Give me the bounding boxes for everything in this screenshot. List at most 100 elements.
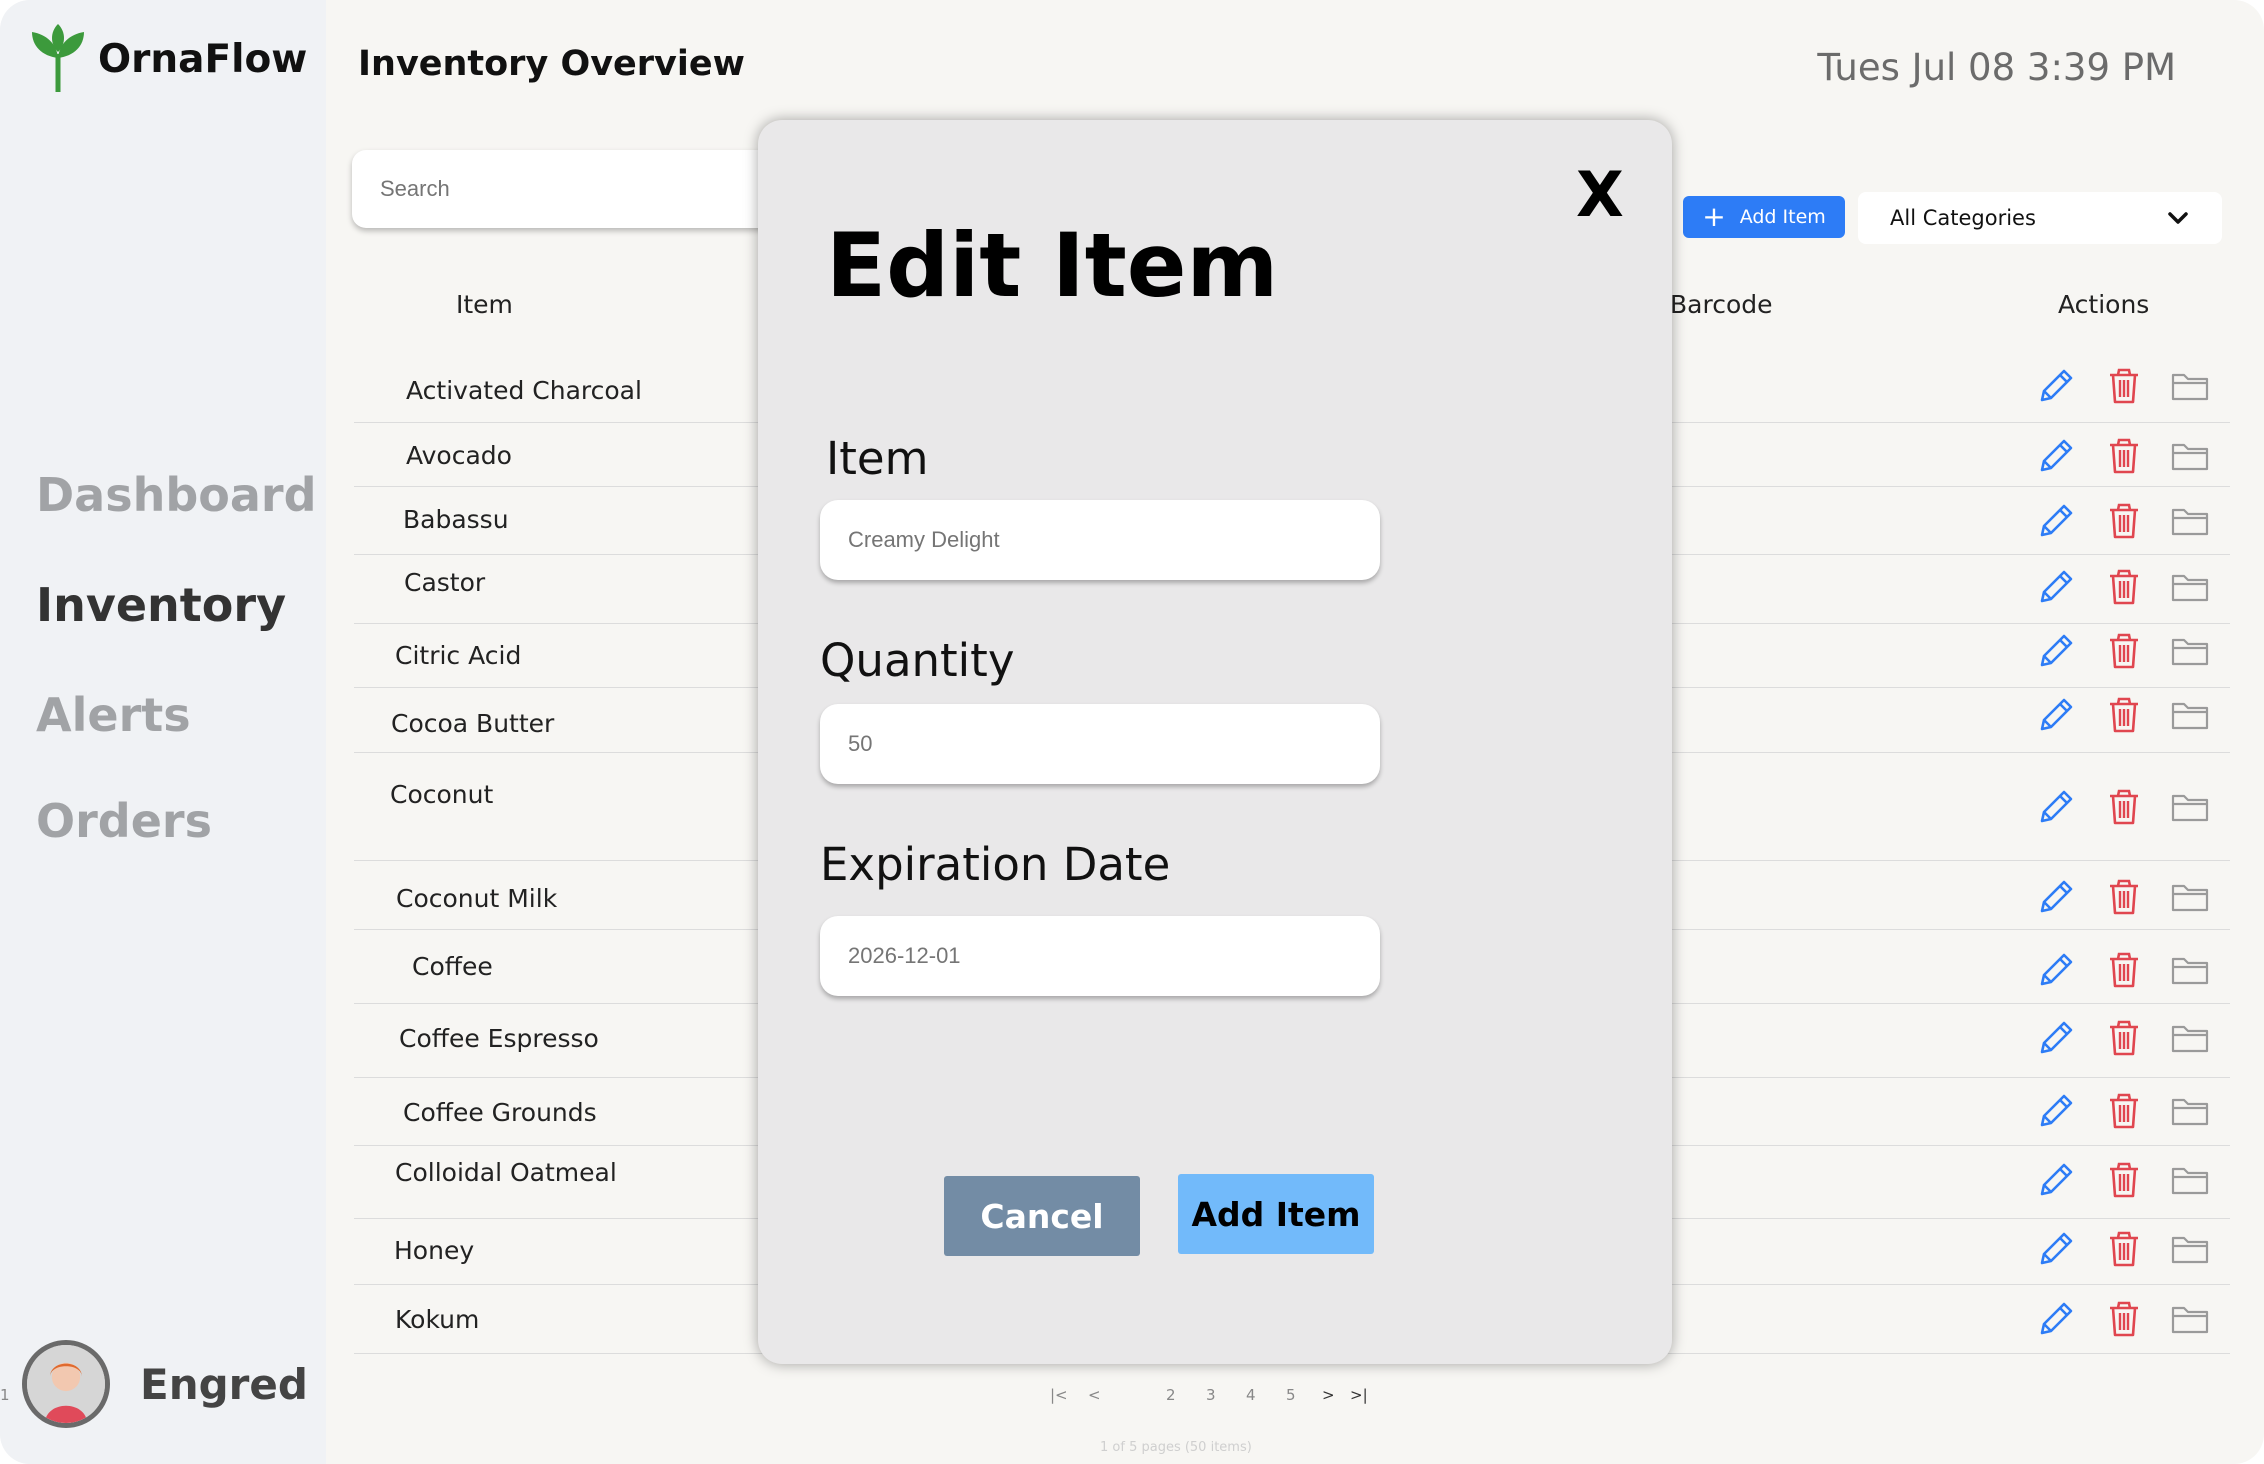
modal-title: Edit Item [826, 214, 1279, 317]
table-row-item-name: Citric Acid [395, 641, 522, 670]
pencil-icon[interactable] [2034, 434, 2078, 478]
folder-icon[interactable] [2168, 499, 2212, 543]
trash-icon[interactable] [2102, 1089, 2146, 1133]
first-page-icon[interactable]: |< [1050, 1386, 1068, 1404]
sidebar: OrnaFlow Dashboard Inventory Alerts Orde… [0, 0, 326, 1464]
pencil-icon[interactable] [2034, 1297, 2078, 1341]
table-row-item-name: Cocoa Butter [391, 709, 555, 738]
pencil-icon[interactable] [2034, 1227, 2078, 1271]
expiration-date-field-label: Expiration Date [820, 838, 1171, 891]
folder-icon[interactable] [2168, 693, 2212, 737]
trash-icon[interactable] [2102, 434, 2146, 478]
prev-page-icon[interactable]: < [1088, 1386, 1101, 1404]
pencil-icon[interactable] [2034, 1158, 2078, 1202]
table-row-item-name: Activated Charcoal [406, 376, 642, 405]
folder-icon[interactable] [2168, 364, 2212, 408]
pencil-icon[interactable] [2034, 1089, 2078, 1133]
brand-name: OrnaFlow [98, 36, 308, 82]
brand-logo[interactable]: OrnaFlow [30, 24, 307, 94]
table-row-item-name: Kokum [395, 1305, 480, 1334]
add-item-submit-button[interactable]: Add Item [1178, 1174, 1374, 1254]
table-row-item-name: Coffee Grounds [403, 1098, 597, 1127]
sidebar-item-alerts[interactable]: Alerts [36, 688, 191, 742]
folder-icon[interactable] [2168, 948, 2212, 992]
table-row-item-name: Castor [404, 568, 486, 597]
trash-icon[interactable] [2102, 948, 2146, 992]
folder-icon[interactable] [2168, 434, 2212, 478]
table-row-item-name: Babassu [403, 505, 509, 534]
folder-icon[interactable] [2168, 1297, 2212, 1341]
page-number[interactable]: 5 [1286, 1386, 1296, 1404]
trash-icon[interactable] [2102, 364, 2146, 408]
trash-icon[interactable] [2102, 1016, 2146, 1060]
folder-icon[interactable] [2168, 1158, 2212, 1202]
page-number-current[interactable]: 1 [0, 1386, 10, 1404]
trash-icon[interactable] [2102, 499, 2146, 543]
item-field[interactable] [820, 500, 1380, 580]
pencil-icon[interactable] [2034, 364, 2078, 408]
user-name: Engred [140, 1359, 308, 1409]
column-header-actions: Actions [2058, 290, 2150, 319]
column-header-item[interactable]: Item [456, 290, 513, 319]
folder-icon[interactable] [2168, 875, 2212, 919]
pencil-icon[interactable] [2034, 565, 2078, 609]
trash-icon[interactable] [2102, 785, 2146, 829]
trash-icon[interactable] [2102, 565, 2146, 609]
item-field-label: Item [826, 432, 929, 485]
page-title: Inventory Overview [358, 44, 745, 84]
table-row-item-name: Coffee [412, 952, 493, 981]
pagination-info: 1 of 5 pages (50 items) [1100, 1440, 1252, 1455]
table-row-item-name: Colloidal Oatmeal [395, 1158, 617, 1187]
close-icon[interactable]: X [1576, 158, 1624, 231]
page-number[interactable]: 2 [1166, 1386, 1176, 1404]
category-select[interactable]: All Categories [1858, 192, 2222, 244]
trash-icon[interactable] [2102, 1297, 2146, 1341]
table-row-item-name: Coconut [390, 780, 494, 809]
expiration-date-field[interactable] [820, 916, 1380, 996]
trash-icon[interactable] [2102, 693, 2146, 737]
trash-icon[interactable] [2102, 629, 2146, 673]
add-item-button[interactable]: + Add Item [1683, 196, 1845, 238]
chevron-down-icon [2168, 212, 2188, 224]
quantity-field[interactable] [820, 704, 1380, 784]
folder-icon[interactable] [2168, 629, 2212, 673]
column-header-barcode[interactable]: Barcode [1670, 290, 1773, 319]
trash-icon[interactable] [2102, 1158, 2146, 1202]
table-row-item-name: Coconut Milk [396, 884, 558, 913]
pencil-icon[interactable] [2034, 875, 2078, 919]
folder-icon[interactable] [2168, 565, 2212, 609]
edit-item-modal: Edit Item X Item Quantity Expiration Dat… [758, 120, 1672, 1364]
folder-icon[interactable] [2168, 1089, 2212, 1133]
user-avatar-icon [27, 1345, 105, 1423]
user-profile[interactable]: Engred [22, 1340, 308, 1428]
add-item-label: Add Item [1739, 206, 1826, 228]
table-row-item-name: Coffee Espresso [399, 1024, 599, 1053]
pencil-icon[interactable] [2034, 499, 2078, 543]
sidebar-item-orders[interactable]: Orders [36, 794, 212, 848]
page-number[interactable]: 3 [1206, 1386, 1216, 1404]
table-row-item-name: Honey [394, 1236, 475, 1265]
pencil-icon[interactable] [2034, 629, 2078, 673]
plus-icon: + [1702, 200, 1726, 233]
search-input[interactable] [352, 150, 772, 228]
pencil-icon[interactable] [2034, 948, 2078, 992]
datetime-display: Tues Jul 08 3:39 PM [1817, 46, 2176, 89]
folder-icon[interactable] [2168, 1227, 2212, 1271]
sidebar-item-dashboard[interactable]: Dashboard [36, 468, 317, 522]
app-window: OrnaFlow Dashboard Inventory Alerts Orde… [0, 0, 2264, 1464]
table-row-item-name: Avocado [406, 441, 512, 470]
avatar[interactable] [22, 1340, 110, 1428]
sidebar-item-inventory[interactable]: Inventory [36, 578, 286, 632]
page-number[interactable]: 4 [1246, 1386, 1256, 1404]
pencil-icon[interactable] [2034, 693, 2078, 737]
trash-icon[interactable] [2102, 1227, 2146, 1271]
last-page-icon[interactable]: >| [1350, 1386, 1368, 1404]
pencil-icon[interactable] [2034, 785, 2078, 829]
pencil-icon[interactable] [2034, 1016, 2078, 1060]
cancel-button[interactable]: Cancel [944, 1176, 1140, 1256]
folder-icon[interactable] [2168, 1016, 2212, 1060]
next-page-icon[interactable]: > [1322, 1386, 1335, 1404]
folder-icon[interactable] [2168, 785, 2212, 829]
trash-icon[interactable] [2102, 875, 2146, 919]
quantity-field-label: Quantity [820, 634, 1015, 687]
